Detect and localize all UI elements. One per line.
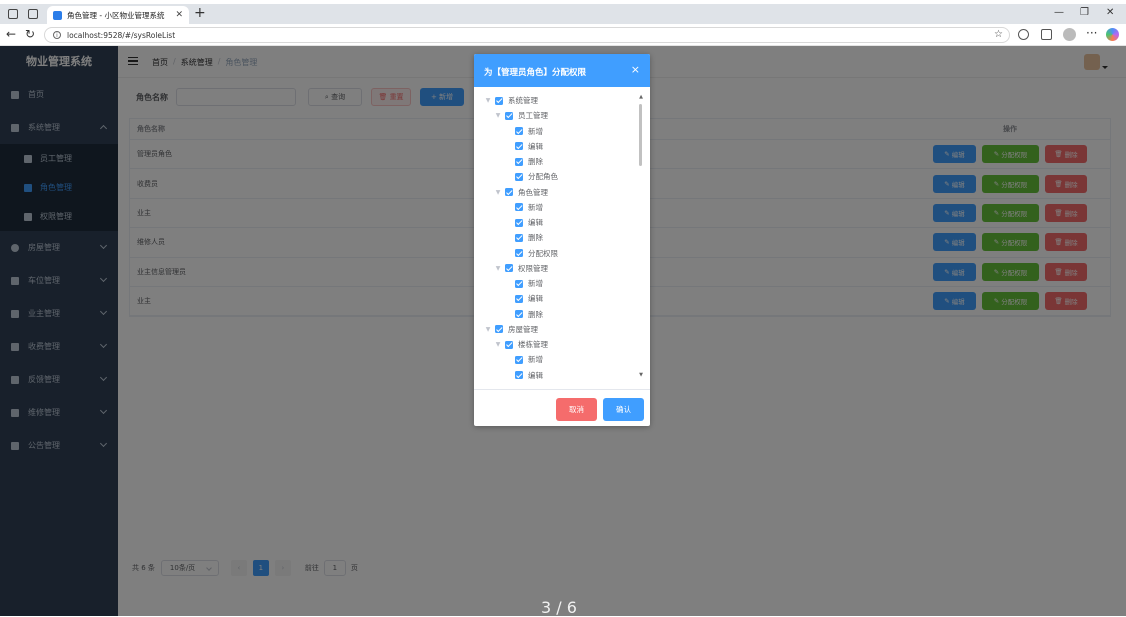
copilot-icon[interactable] <box>1106 28 1119 41</box>
reload-icon[interactable]: ↻ <box>25 27 35 41</box>
tree-node[interactable]: ▼ 楼栋管理 <box>474 337 650 352</box>
browser-titlebar: 角色管理 - 小区物业管理系统 ✕ + — ❐ ✕ <box>0 4 1126 24</box>
workspaces-icon[interactable] <box>8 9 18 19</box>
dialog-footer: 取消 确认 <box>474 389 650 426</box>
expand-caret-icon[interactable]: ▼ <box>494 112 502 119</box>
scroll-down-icon[interactable]: ▼ <box>639 372 643 378</box>
checkbox-checked[interactable] <box>515 157 523 166</box>
checkbox-checked[interactable] <box>515 233 523 242</box>
expand-caret-icon[interactable]: ▼ <box>484 326 492 333</box>
checkbox-checked[interactable] <box>515 294 523 303</box>
tree-node[interactable]: ▼ 房屋管理 <box>474 322 650 337</box>
browser-tab[interactable]: 角色管理 - 小区物业管理系统 ✕ <box>47 6 189 24</box>
close-icon[interactable]: × <box>631 63 640 76</box>
tree-node-label: 编辑 <box>528 370 543 380</box>
scroll-up-icon[interactable]: ▲ <box>639 94 643 100</box>
checkbox-checked[interactable] <box>515 203 523 212</box>
checkbox-checked[interactable] <box>505 264 513 273</box>
tree-node[interactable]: ▼ 编辑 <box>474 368 650 383</box>
favicon-icon <box>53 10 62 20</box>
checkbox-checked[interactable] <box>495 325 503 334</box>
tree-node[interactable]: ▼编辑 <box>474 291 650 306</box>
favorite-star-icon[interactable]: ☆ <box>994 29 1003 40</box>
checkbox-checked[interactable] <box>515 279 523 288</box>
tree-node-label: 编辑 <box>528 218 543 228</box>
checkbox-checked[interactable] <box>495 96 503 105</box>
tree-node[interactable]: ▼新增 <box>474 124 650 139</box>
dialog-header: 为【管理员角色】分配权限 × <box>474 54 650 87</box>
profile-avatar[interactable] <box>1063 28 1076 41</box>
expand-caret-icon[interactable]: ▼ <box>484 97 492 104</box>
permission-tree: ▼系统管理▼员工管理▼新增▼编辑▼删除▼分配角色▼角色管理▼新增▼编辑▼删除▼分… <box>474 87 650 385</box>
tree-node-label: 分配权限 <box>528 248 558 258</box>
tab-actions-icon[interactable] <box>28 9 38 19</box>
tree-node[interactable]: ▼ 员工管理 <box>474 108 650 123</box>
site-info-icon[interactable]: i <box>53 31 61 39</box>
tree-node[interactable]: ▼编辑 <box>474 215 650 230</box>
checkbox-checked[interactable] <box>515 218 523 227</box>
tree-scrollbar[interactable] <box>639 104 642 166</box>
checkbox-checked[interactable] <box>515 249 523 258</box>
tree-node-label: 新增 <box>528 279 543 289</box>
tree-node-label: 角色管理 <box>518 187 548 197</box>
window-close-icon[interactable]: ✕ <box>1106 7 1114 18</box>
tree-node-label: 员工管理 <box>518 111 548 121</box>
tree-node-label: 新增 <box>528 202 543 212</box>
tree-node[interactable]: ▼新增 <box>474 276 650 291</box>
favorites-icon[interactable] <box>1041 29 1052 40</box>
checkbox-checked[interactable] <box>515 142 523 151</box>
checkbox-checked[interactable] <box>515 310 523 319</box>
page-indicator: 3 / 6 <box>541 598 577 617</box>
new-tab-icon[interactable]: + <box>194 5 206 21</box>
url-text: localhost:9528/#/sysRoleList <box>67 30 176 40</box>
checkbox-checked[interactable] <box>515 127 523 136</box>
checkbox-checked[interactable] <box>515 371 523 380</box>
tree-node-label: 权限管理 <box>518 263 548 273</box>
tree-node[interactable]: ▼删除 <box>474 154 650 169</box>
tree-node[interactable]: ▼ 权限管理 <box>474 261 650 276</box>
assign-permission-dialog: 为【管理员角色】分配权限 × ▼系统管理▼员工管理▼新增▼编辑▼删除▼分配角色▼… <box>474 54 650 426</box>
tree-node[interactable]: ▼分配角色 <box>474 169 650 184</box>
tree-node-label: 房屋管理 <box>508 324 538 334</box>
tree-node[interactable]: ▼分配权限 <box>474 246 650 261</box>
expand-caret-icon[interactable]: ▼ <box>494 265 502 272</box>
tree-node[interactable]: ▼ 系统管理 <box>474 93 650 108</box>
address-bar-row: ← ↻ i localhost:9528/#/sysRoleList ☆ ··· <box>0 24 1126 46</box>
tree-node-label: 删除 <box>528 309 543 319</box>
address-bar[interactable]: i localhost:9528/#/sysRoleList ☆ <box>44 27 1010 43</box>
tree-node-label: 新增 <box>528 126 543 136</box>
expand-caret-icon[interactable]: ▼ <box>494 189 502 196</box>
tree-node[interactable]: ▼删除 <box>474 230 650 245</box>
tree-node-label: 编辑 <box>528 294 543 304</box>
checkbox-checked[interactable] <box>505 188 513 197</box>
checkbox-checked[interactable] <box>505 111 513 120</box>
tree-node[interactable]: ▼ 角色管理 <box>474 185 650 200</box>
restore-icon[interactable]: ❐ <box>1080 7 1089 18</box>
tree-node[interactable]: ▼新增 <box>474 352 650 367</box>
checkbox-checked[interactable] <box>505 340 513 349</box>
tab-close-icon[interactable]: ✕ <box>175 10 183 20</box>
tree-node-label: 删除 <box>528 233 543 243</box>
tab-title: 角色管理 - 小区物业管理系统 <box>67 10 165 20</box>
minimize-icon[interactable]: — <box>1054 7 1064 18</box>
checkbox-checked[interactable] <box>515 172 523 181</box>
tree-node-label: 系统管理 <box>508 96 538 106</box>
tree-node-label: 编辑 <box>528 141 543 151</box>
tree-node-label: 分配角色 <box>528 172 558 182</box>
expand-caret-icon[interactable]: ▼ <box>494 341 502 348</box>
cancel-button[interactable]: 取消 <box>556 398 597 421</box>
dialog-title: 为【管理员角色】分配权限 <box>484 68 587 78</box>
tree-node-label: 新增 <box>528 355 543 365</box>
checkbox-checked[interactable] <box>515 355 523 364</box>
more-menu-icon[interactable]: ··· <box>1086 26 1097 40</box>
tree-node[interactable]: ▼删除 <box>474 307 650 322</box>
tree-node-label: 楼栋管理 <box>518 340 548 350</box>
tree-node-label: 删除 <box>528 157 543 167</box>
tree-node[interactable]: ▼编辑 <box>474 139 650 154</box>
confirm-button[interactable]: 确认 <box>603 398 644 421</box>
back-icon[interactable]: ← <box>6 27 16 41</box>
tree-node[interactable]: ▼新增 <box>474 200 650 215</box>
extensions-icon[interactable] <box>1018 29 1029 40</box>
